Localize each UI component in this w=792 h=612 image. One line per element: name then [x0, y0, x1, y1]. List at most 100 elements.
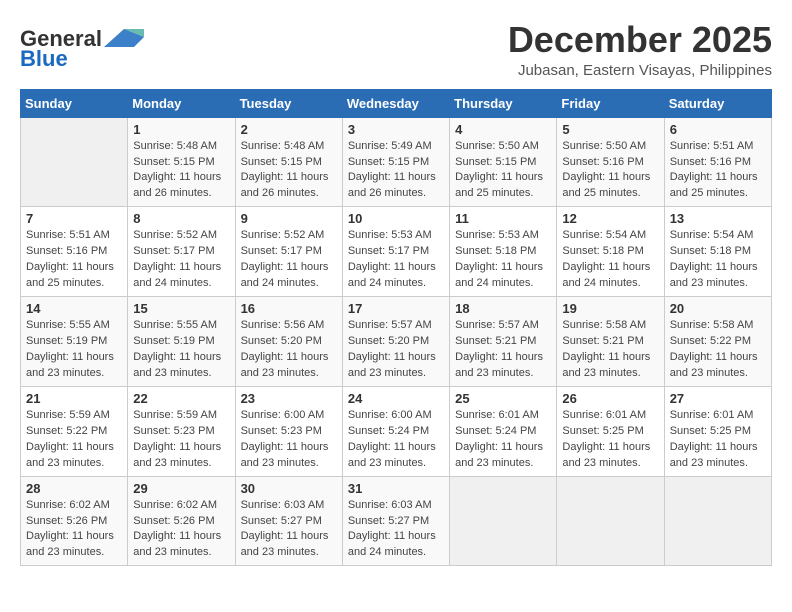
calendar-cell: 7 Sunrise: 5:51 AM Sunset: 5:16 PM Daylig… — [21, 207, 128, 297]
calendar-cell: 21 Sunrise: 5:59 AM Sunset: 5:22 PM Dayli… — [21, 386, 128, 476]
day-number: 12 — [562, 211, 658, 226]
calendar-cell: 29 Sunrise: 6:02 AM Sunset: 5:26 PM Dayli… — [128, 476, 235, 566]
day-number: 9 — [241, 211, 337, 226]
header-row: SundayMondayTuesdayWednesdayThursdayFrid… — [21, 89, 772, 117]
day-number: 8 — [133, 211, 229, 226]
day-number: 27 — [670, 391, 766, 406]
day-info: Sunrise: 5:50 AM Sunset: 5:16 PM Dayligh… — [562, 139, 658, 203]
day-info: Sunrise: 6:03 AM Sunset: 5:27 PM Dayligh… — [348, 498, 444, 562]
day-info: Sunrise: 5:58 AM Sunset: 5:21 PM Dayligh… — [562, 318, 658, 382]
calendar-cell: 13Sunrise: 5:54 AM Sunset: 5:18 PM Dayli… — [664, 207, 771, 297]
location-title: Jubasan, Eastern Visayas, Philippines — [508, 62, 772, 79]
col-header-saturday: Saturday — [664, 89, 771, 117]
day-info: Sunrise: 5:53 AM Sunset: 5:17 PM Dayligh… — [348, 228, 444, 292]
day-number: 1 — [133, 122, 229, 137]
day-number: 25 — [455, 391, 551, 406]
day-info: Sunrise: 6:00 AM Sunset: 5:23 PM Dayligh… — [241, 408, 337, 472]
day-info: Sunrise: 6:01 AM Sunset: 5:25 PM Dayligh… — [670, 408, 766, 472]
calendar-cell: 31Sunrise: 6:03 AM Sunset: 5:27 PM Dayli… — [342, 476, 449, 566]
day-number: 16 — [241, 301, 337, 316]
calendar-cell: 9Sunrise: 5:52 AM Sunset: 5:17 PM Daylig… — [235, 207, 342, 297]
day-info: Sunrise: 5:56 AM Sunset: 5:20 PM Dayligh… — [241, 318, 337, 382]
calendar-cell: 10 Sunrise: 5:53 AM Sunset: 5:17 PM Dayli… — [342, 207, 449, 297]
calendar-cell: 4 Sunrise: 5:50 AM Sunset: 5:15 PM Daylig… — [450, 117, 557, 207]
calendar-cell: 11Sunrise: 5:53 AM Sunset: 5:18 PM Dayli… — [450, 207, 557, 297]
day-number: 30 — [241, 481, 337, 496]
day-number: 10 — [348, 211, 444, 226]
day-number: 13 — [670, 211, 766, 226]
calendar-cell: 2 Sunrise: 5:48 AM Sunset: 5:15 PM Daylig… — [235, 117, 342, 207]
day-info: Sunrise: 5:55 AM Sunset: 5:19 PM Dayligh… — [133, 318, 229, 382]
calendar-table: SundayMondayTuesdayWednesdayThursdayFrid… — [20, 89, 772, 567]
col-header-friday: Friday — [557, 89, 664, 117]
day-info: Sunrise: 5:49 AM Sunset: 5:15 PM Dayligh… — [348, 139, 444, 203]
calendar-cell: 25 Sunrise: 6:01 AM Sunset: 5:24 PM Dayli… — [450, 386, 557, 476]
day-number: 24 — [348, 391, 444, 406]
calendar-cell — [21, 117, 128, 207]
calendar-cell: 15Sunrise: 5:55 AM Sunset: 5:19 PM Dayli… — [128, 297, 235, 387]
calendar-cell: 19 Sunrise: 5:58 AM Sunset: 5:21 PM Dayli… — [557, 297, 664, 387]
calendar-cell: 3 Sunrise: 5:49 AM Sunset: 5:15 PM Daylig… — [342, 117, 449, 207]
calendar-cell — [664, 476, 771, 566]
day-number: 26 — [562, 391, 658, 406]
title-area: December 2025 Jubasan, Eastern Visayas, … — [508, 20, 772, 79]
logo: General Blue — [20, 26, 144, 72]
calendar-cell: 12Sunrise: 5:54 AM Sunset: 5:18 PM Dayli… — [557, 207, 664, 297]
day-info: Sunrise: 5:52 AM Sunset: 5:17 PM Dayligh… — [133, 228, 229, 292]
day-info: Sunrise: 5:50 AM Sunset: 5:15 PM Dayligh… — [455, 139, 551, 203]
week-row-4: 21 Sunrise: 5:59 AM Sunset: 5:22 PM Dayli… — [21, 386, 772, 476]
logo-blue-text: Blue — [20, 46, 68, 72]
col-header-wednesday: Wednesday — [342, 89, 449, 117]
calendar-cell: 14 Sunrise: 5:55 AM Sunset: 5:19 PM Dayli… — [21, 297, 128, 387]
day-info: Sunrise: 6:01 AM Sunset: 5:24 PM Dayligh… — [455, 408, 551, 472]
calendar-cell: 27 Sunrise: 6:01 AM Sunset: 5:25 PM Dayli… — [664, 386, 771, 476]
day-number: 2 — [241, 122, 337, 137]
day-info: Sunrise: 5:55 AM Sunset: 5:19 PM Dayligh… — [26, 318, 122, 382]
calendar-cell — [450, 476, 557, 566]
logo-icon — [104, 29, 144, 47]
day-info: Sunrise: 5:57 AM Sunset: 5:21 PM Dayligh… — [455, 318, 551, 382]
week-row-1: 1 Sunrise: 5:48 AM Sunset: 5:15 PM Daylig… — [21, 117, 772, 207]
day-info: Sunrise: 6:03 AM Sunset: 5:27 PM Dayligh… — [241, 498, 337, 562]
day-info: Sunrise: 5:58 AM Sunset: 5:22 PM Dayligh… — [670, 318, 766, 382]
day-number: 19 — [562, 301, 658, 316]
day-info: Sunrise: 5:57 AM Sunset: 5:20 PM Dayligh… — [348, 318, 444, 382]
calendar-cell: 16 Sunrise: 5:56 AM Sunset: 5:20 PM Dayli… — [235, 297, 342, 387]
day-info: Sunrise: 5:51 AM Sunset: 5:16 PM Dayligh… — [670, 139, 766, 203]
day-info: Sunrise: 5:51 AM Sunset: 5:16 PM Dayligh… — [26, 228, 122, 292]
day-info: Sunrise: 5:59 AM Sunset: 5:22 PM Dayligh… — [26, 408, 122, 472]
col-header-tuesday: Tuesday — [235, 89, 342, 117]
day-info: Sunrise: 5:48 AM Sunset: 5:15 PM Dayligh… — [241, 139, 337, 203]
calendar-cell: 26 Sunrise: 6:01 AM Sunset: 5:25 PM Dayli… — [557, 386, 664, 476]
calendar-cell: 17 Sunrise: 5:57 AM Sunset: 5:20 PM Dayli… — [342, 297, 449, 387]
week-row-5: 28Sunrise: 6:02 AM Sunset: 5:26 PM Dayli… — [21, 476, 772, 566]
day-info: Sunrise: 6:01 AM Sunset: 5:25 PM Dayligh… — [562, 408, 658, 472]
day-number: 14 — [26, 301, 122, 316]
calendar-cell: 30 Sunrise: 6:03 AM Sunset: 5:27 PM Dayli… — [235, 476, 342, 566]
day-number: 7 — [26, 211, 122, 226]
day-number: 22 — [133, 391, 229, 406]
calendar-cell: 22Sunrise: 5:59 AM Sunset: 5:23 PM Dayli… — [128, 386, 235, 476]
day-number: 21 — [26, 391, 122, 406]
day-number: 6 — [670, 122, 766, 137]
calendar-cell: 23Sunrise: 6:00 AM Sunset: 5:23 PM Dayli… — [235, 386, 342, 476]
day-number: 3 — [348, 122, 444, 137]
day-number: 29 — [133, 481, 229, 496]
calendar-cell: 5 Sunrise: 5:50 AM Sunset: 5:16 PM Daylig… — [557, 117, 664, 207]
day-number: 5 — [562, 122, 658, 137]
day-info: Sunrise: 5:53 AM Sunset: 5:18 PM Dayligh… — [455, 228, 551, 292]
calendar-cell: 28Sunrise: 6:02 AM Sunset: 5:26 PM Dayli… — [21, 476, 128, 566]
day-number: 20 — [670, 301, 766, 316]
day-number: 4 — [455, 122, 551, 137]
day-number: 18 — [455, 301, 551, 316]
calendar-cell: 8 Sunrise: 5:52 AM Sunset: 5:17 PM Daylig… — [128, 207, 235, 297]
col-header-thursday: Thursday — [450, 89, 557, 117]
day-info: Sunrise: 5:48 AM Sunset: 5:15 PM Dayligh… — [133, 139, 229, 203]
week-row-2: 7 Sunrise: 5:51 AM Sunset: 5:16 PM Daylig… — [21, 207, 772, 297]
day-info: Sunrise: 6:02 AM Sunset: 5:26 PM Dayligh… — [133, 498, 229, 562]
col-header-monday: Monday — [128, 89, 235, 117]
day-number: 17 — [348, 301, 444, 316]
calendar-cell: 18 Sunrise: 5:57 AM Sunset: 5:21 PM Dayli… — [450, 297, 557, 387]
month-title: December 2025 — [508, 20, 772, 60]
header: General Blue December 2025 Jubasan, East… — [20, 20, 772, 79]
